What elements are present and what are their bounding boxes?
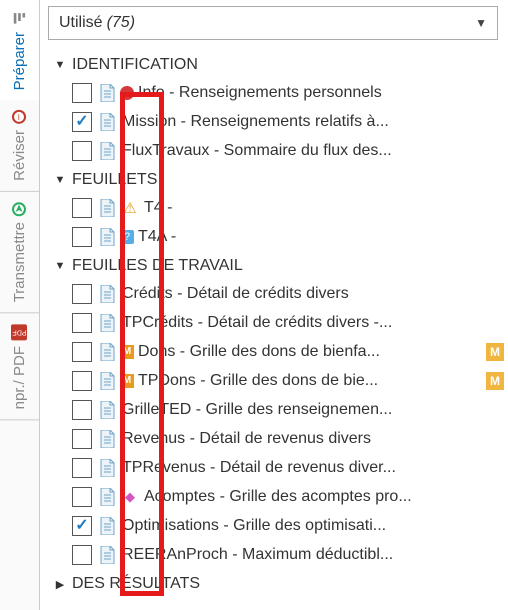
tree-item-label: T4 - (144, 199, 504, 217)
checkbox[interactable] (72, 198, 92, 218)
tree-item[interactable]: MTPDons - Grille des dons de bie...M (52, 366, 504, 395)
checkbox[interactable] (72, 487, 92, 507)
left-tab-label: Réviser (11, 130, 28, 181)
section-title: FEUILLES DE TRAVAIL (72, 257, 243, 275)
tree-item-label: TPRevenus - Détail de revenus diver... (122, 459, 504, 477)
minus-circle-icon: – (13, 110, 27, 124)
m-trail-badge: M (486, 343, 504, 361)
document-icon (98, 313, 118, 333)
document-icon (98, 458, 118, 478)
document-icon (98, 487, 118, 507)
left-tab-label: Transmettre (11, 222, 28, 302)
dropdown-label: Utilisé (59, 14, 103, 32)
tree-item-label: Acomptes - Grille des acomptes pro... (144, 488, 504, 506)
tree-item[interactable]: TPRevenus - Détail de revenus diver... (52, 453, 504, 482)
document-icon (98, 112, 118, 132)
caret-down-icon: ▼ (52, 59, 68, 71)
m-trail-badge: M (486, 372, 504, 390)
caret-right-icon: ▶ (52, 578, 68, 591)
left-tab-label: npr./ PDF (11, 346, 28, 409)
checkbox[interactable] (72, 313, 92, 333)
tree-item[interactable]: ? T4A - (52, 222, 504, 251)
section-title: DES RÉSULTATS (72, 575, 200, 593)
document-icon (98, 141, 118, 161)
section-title: IDENTIFICATION (72, 56, 198, 74)
document-tree: ▼ IDENTIFICATION –Info - Renseignements pe… (40, 46, 508, 597)
document-icon (98, 516, 118, 536)
tree-item-label: Dons - Grille des dons de bienfa... (138, 343, 482, 361)
tree-item-label: GrilleTED - Grille des renseignemen... (122, 401, 504, 419)
section-header[interactable]: ▶ DES RÉSULTATS (52, 571, 504, 597)
checkbox[interactable] (72, 342, 92, 362)
caret-down-icon: ▼ (52, 174, 68, 186)
checkbox[interactable] (72, 516, 92, 536)
document-icon (98, 400, 118, 420)
section-header[interactable]: ▼ FEUILLES DE TRAVAIL (52, 253, 504, 279)
tree-item[interactable]: ◆Acomptes - Grille des acomptes pro... (52, 482, 504, 511)
checkbox[interactable] (72, 429, 92, 449)
filter-dropdown[interactable]: Utilisé (75) ▼ (48, 6, 498, 40)
chart-icon (12, 10, 28, 26)
dropdown-count: (75) (107, 14, 135, 32)
tree-item[interactable]: TPCrédits - Détail de crédits divers -..… (52, 308, 504, 337)
checkbox[interactable] (72, 545, 92, 565)
document-icon (98, 545, 118, 565)
left-tab-label: Préparer (11, 32, 28, 90)
left-tab-review[interactable]: Réviser – (0, 100, 39, 192)
tree-item-label: Mission - Renseignements relatifs à... (122, 113, 504, 131)
tree-item-label: FluxTravaux - Sommaire du flux des... (122, 142, 504, 160)
tree-item[interactable]: MDons - Grille des dons de bienfa...M (52, 337, 504, 366)
tree-item[interactable]: FluxTravaux - Sommaire du flux des... (52, 136, 504, 165)
tree-item[interactable]: REERAnProch - Maximum déductibl... (52, 540, 504, 569)
left-tab-rail: Préparer Réviser – Transmettre ➤ npr./ P… (0, 0, 40, 610)
checkbox[interactable] (72, 371, 92, 391)
checkbox[interactable] (72, 458, 92, 478)
document-icon (98, 342, 118, 362)
section-header[interactable]: ▼ FEUILLETS (52, 167, 504, 193)
minus-circle-icon: – (120, 86, 134, 100)
question-icon: ? (120, 230, 134, 244)
tree-item[interactable]: Revenus - Détail de revenus divers (52, 424, 504, 453)
tree-item-label: Revenus - Détail de revenus divers (122, 430, 504, 448)
tree-item[interactable]: Crédits - Détail de crédits divers (52, 279, 504, 308)
checkbox[interactable] (72, 112, 92, 132)
document-icon (98, 284, 118, 304)
document-icon (98, 429, 118, 449)
tree-item-label: T4A - (138, 228, 504, 246)
m-badge-icon: M (120, 345, 134, 359)
tree-item-label: REERAnProch - Maximum déductibl... (122, 546, 504, 564)
warning-icon: ⚠ (120, 198, 140, 218)
tree-item-label: TPCrédits - Détail de crédits divers -..… (122, 314, 504, 332)
m-badge-icon: M (120, 374, 134, 388)
tree-item-label: Crédits - Détail de crédits divers (122, 285, 504, 303)
left-tab-pdf[interactable]: npr./ PDF PDF (0, 314, 39, 420)
checkbox[interactable] (72, 400, 92, 420)
document-icon (98, 227, 118, 247)
send-circle-icon: ➤ (13, 202, 27, 216)
checkbox[interactable] (72, 83, 92, 103)
tree-item[interactable]: Optimisations - Grille des optimisati... (52, 511, 504, 540)
document-icon (98, 371, 118, 391)
section-title: FEUILLETS (72, 171, 157, 189)
tree-item-label: Optimisations - Grille des optimisati... (122, 517, 504, 535)
main-panel: Utilisé (75) ▼ ▼ IDENTIFICATION –Info - Re… (40, 0, 508, 610)
checkbox[interactable] (72, 227, 92, 247)
chevron-down-icon: ▼ (475, 16, 487, 30)
tree-item[interactable]: ⚠T4 - (52, 193, 504, 222)
document-icon (98, 83, 118, 103)
tree-item[interactable]: Mission - Renseignements relatifs à... (52, 107, 504, 136)
section-header[interactable]: ▼ IDENTIFICATION (52, 52, 504, 78)
diamond-icon: ◆ (120, 487, 140, 507)
tree-item[interactable]: GrilleTED - Grille des renseignemen... (52, 395, 504, 424)
caret-down-icon: ▼ (52, 260, 68, 272)
tree-item-label: TPDons - Grille des dons de bie... (138, 372, 482, 390)
document-icon (98, 198, 118, 218)
pdf-icon: PDF (12, 324, 28, 340)
checkbox[interactable] (72, 141, 92, 161)
checkbox[interactable] (72, 284, 92, 304)
left-tab-prepare[interactable]: Préparer (0, 0, 39, 100)
tree-item[interactable]: –Info - Renseignements personnels (52, 78, 504, 107)
left-tab-transmit[interactable]: Transmettre ➤ (0, 192, 39, 313)
tree-item-label: Info - Renseignements personnels (138, 84, 504, 102)
